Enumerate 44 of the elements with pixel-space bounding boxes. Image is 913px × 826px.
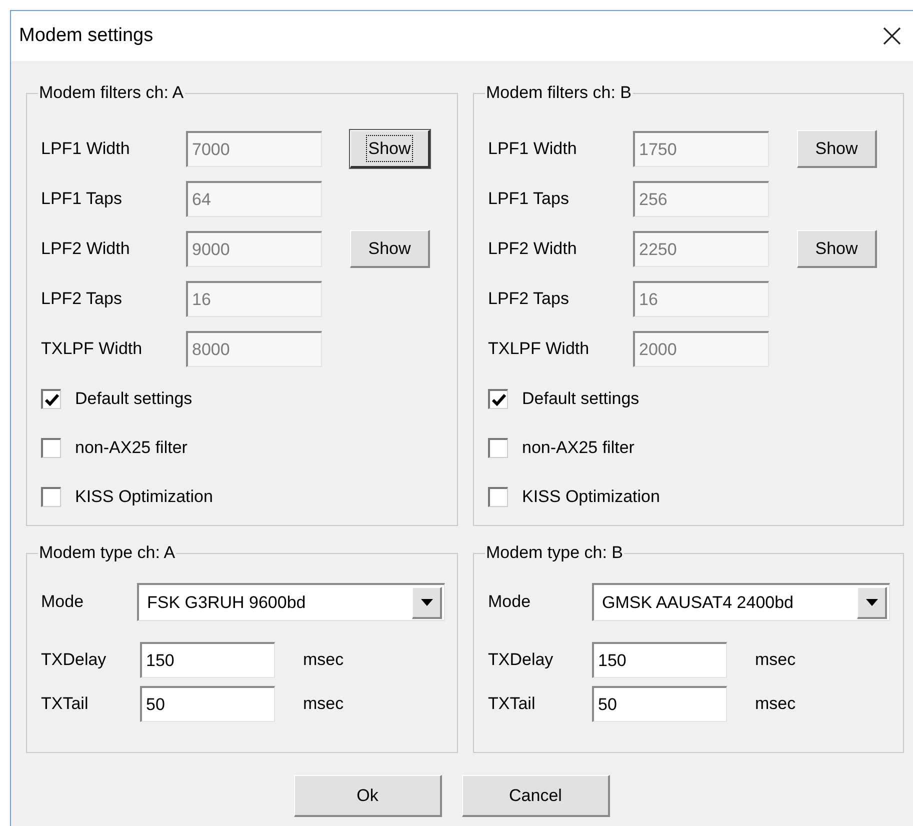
field-label: TXTail xyxy=(41,693,90,716)
unit-label: msec xyxy=(755,649,796,672)
unit-label: msec xyxy=(303,649,344,672)
checkbox[interactable] xyxy=(41,389,61,409)
checkbox-label: KISS Optimization xyxy=(75,486,213,508)
field-label: TXLPF Width xyxy=(488,338,590,360)
close-icon[interactable] xyxy=(883,27,901,45)
checkbox-label: Default settings xyxy=(522,388,640,410)
field-label: Mode xyxy=(488,591,532,614)
input-field[interactable]: 150 xyxy=(140,642,275,678)
field-label: LPF2 Width xyxy=(488,238,578,260)
field-label: LPF1 Width xyxy=(488,138,578,160)
dialog-button[interactable]: Cancel xyxy=(462,775,610,817)
dialog-button[interactable]: Ok xyxy=(294,775,442,817)
window-title: Modem settings xyxy=(19,24,154,48)
checkbox-label: non-AX25 filter xyxy=(522,437,634,460)
input-field[interactable]: 150 xyxy=(592,642,727,678)
field-label: LPF2 Width xyxy=(41,238,131,260)
checkbox[interactable] xyxy=(488,438,508,458)
checkmark-icon xyxy=(44,394,58,406)
field-label: TXDelay xyxy=(41,649,108,672)
checkbox[interactable] xyxy=(488,487,508,507)
field-label: LPF2 Taps xyxy=(488,288,570,310)
checkbox[interactable] xyxy=(41,487,61,507)
field-label: TXLPF Width xyxy=(41,338,144,360)
input-field[interactable]: 50 xyxy=(140,686,275,722)
checkbox[interactable] xyxy=(488,389,508,409)
checkbox-label: Default settings xyxy=(75,388,192,410)
checkmark-icon xyxy=(492,394,506,406)
field-label: Mode xyxy=(41,591,85,614)
mode-dropdown[interactable]: FSK G3RUH 9600bd xyxy=(137,583,445,621)
input-field[interactable]: 50 xyxy=(592,686,727,722)
field-label: LPF1 Taps xyxy=(41,188,123,210)
field-label: TXTail xyxy=(488,693,536,716)
unit-label: msec xyxy=(755,693,796,716)
mode-dropdown[interactable]: GMSK AAUSAT4 2400bd xyxy=(592,583,890,621)
checkbox-label: KISS Optimization xyxy=(522,486,660,508)
field-label: TXDelay xyxy=(488,649,554,672)
checkbox[interactable] xyxy=(41,438,61,458)
field-label: LPF1 Taps xyxy=(488,188,570,210)
field-label: LPF1 Width xyxy=(41,138,131,160)
field-label: LPF2 Taps xyxy=(41,288,123,310)
unit-label: msec xyxy=(303,693,344,716)
checkbox-label: non-AX25 filter xyxy=(75,437,188,460)
